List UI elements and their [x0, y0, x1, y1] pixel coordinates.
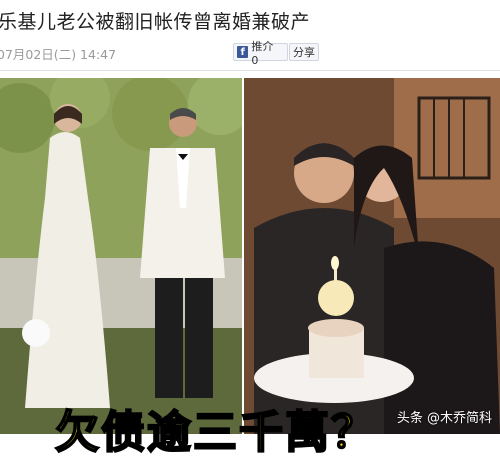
couple-photo	[244, 78, 500, 434]
wedding-photo	[0, 78, 242, 434]
facebook-icon: f	[237, 46, 249, 58]
share-label: 分享	[293, 46, 315, 59]
article-header: 乐基儿老公被翻旧帐传曾离婚兼破产 07月02日(二) 14:47 f 推介 0 …	[0, 0, 500, 76]
share-button[interactable]: 分享	[289, 43, 319, 61]
facebook-like-label: 推介 0	[251, 39, 274, 67]
publish-date: 07月02日(二) 14:47	[0, 47, 117, 62]
article-meta: 07月02日(二) 14:47 f 推介 0 分享	[0, 40, 500, 67]
source-watermark: 头条 @木乔简科	[396, 411, 492, 426]
article-title: 乐基儿老公被翻旧帐传曾离婚兼破产	[0, 11, 311, 33]
header-divider	[0, 70, 500, 71]
article-image: 欠债逾三千萬？ 头条 @木乔简科	[0, 78, 500, 459]
facebook-like-button[interactable]: f 推介 0	[233, 40, 288, 67]
wedding-illustration	[0, 78, 242, 434]
couple-illustration	[244, 78, 500, 434]
headline-caption: 欠债逾三千萬？	[54, 406, 377, 459]
